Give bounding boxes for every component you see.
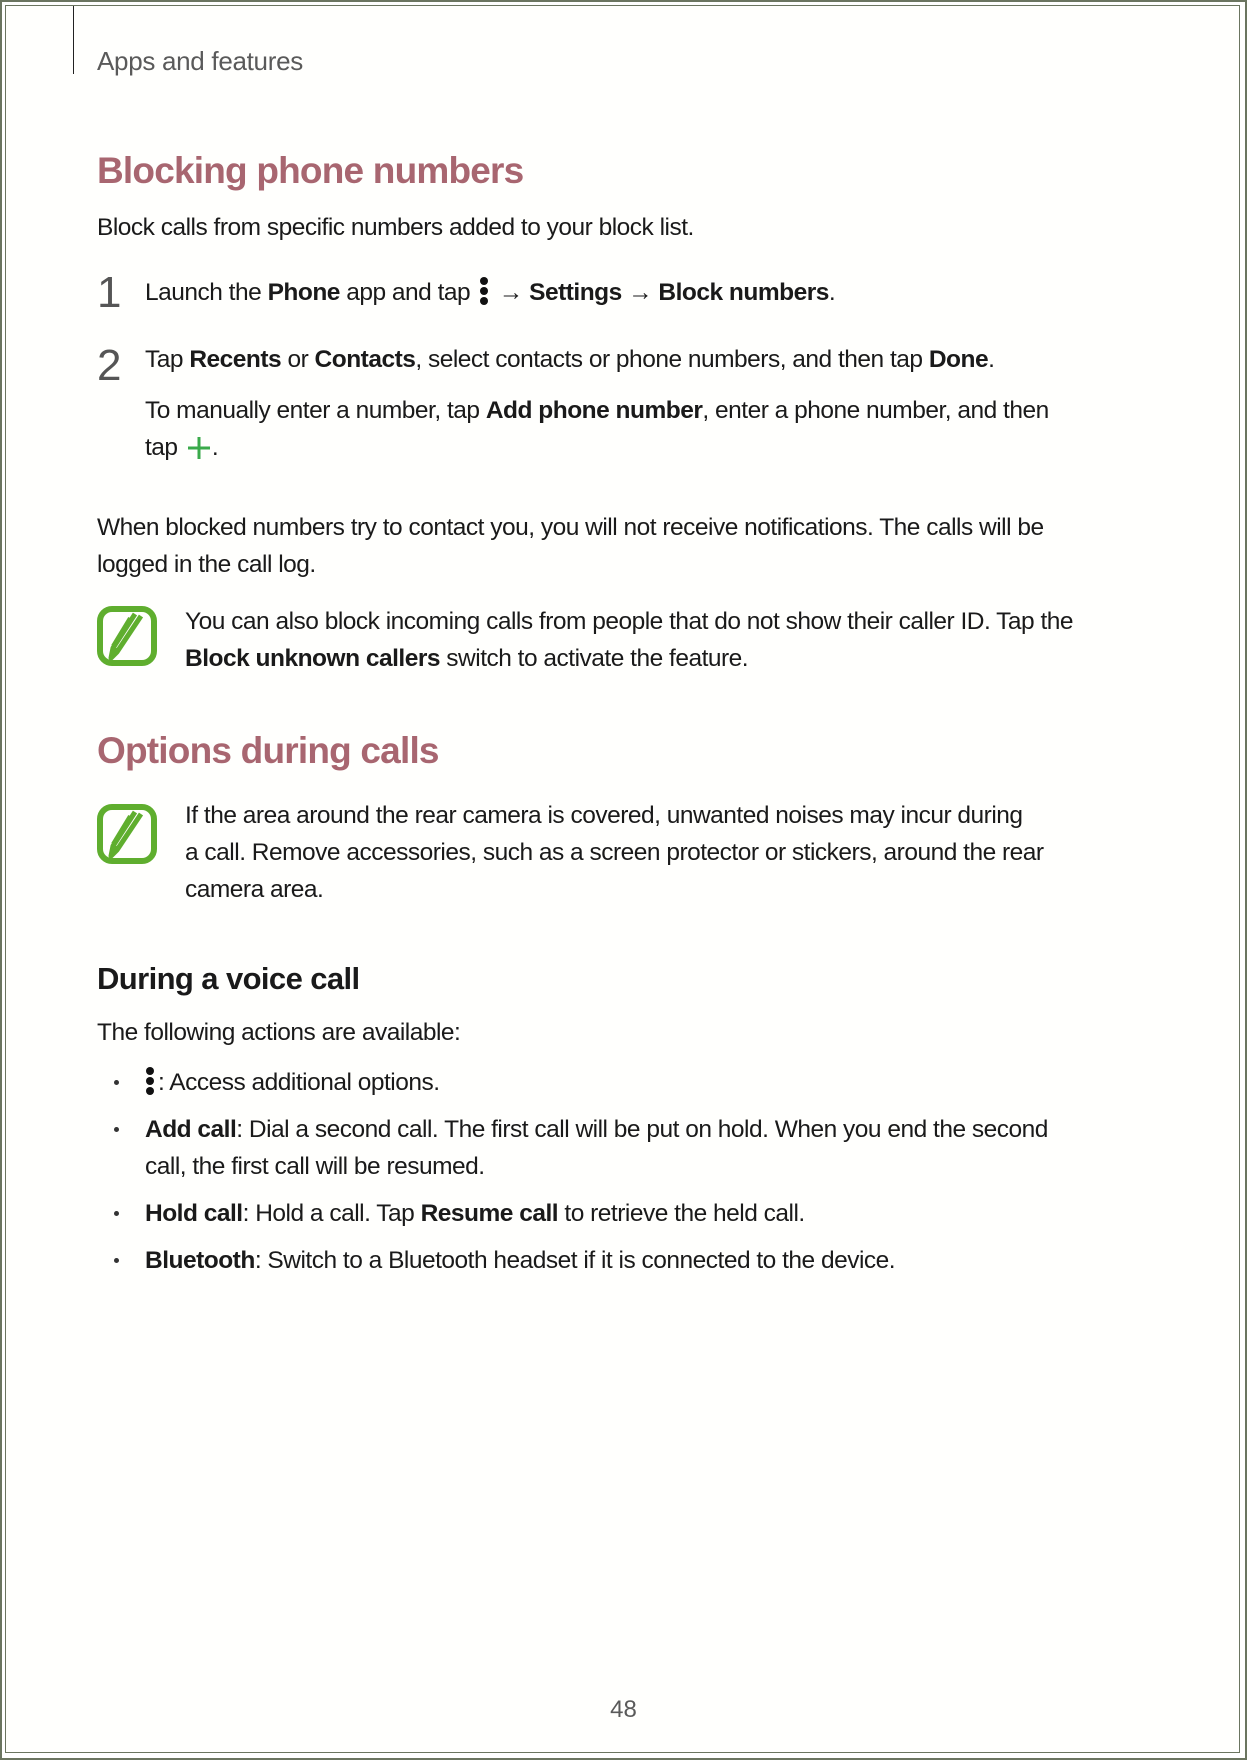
tab-recents: Recents [189, 346, 282, 373]
option-bluetooth: Bluetooth [145, 1247, 255, 1274]
note-pencil-icon [97, 804, 157, 864]
tip-block-unknown: You can also block incoming calls from p… [97, 603, 1157, 683]
step-2-subtext-line-1: To manually enter a number, tap Add phon… [145, 392, 1049, 429]
tip-text-line-2: Block unknown callers switch to activate… [185, 640, 1165, 677]
text: switch to activate the feature. [440, 645, 749, 672]
tip-rear-camera: If the area around the rear camera is co… [97, 797, 1157, 917]
step-text: Tap Recents or Contacts, select contacts… [145, 341, 995, 378]
running-header: Apps and features [97, 46, 303, 76]
bullet-text: : Access additional options. [145, 1064, 1145, 1101]
text: : Access additional options. [158, 1069, 440, 1096]
option-add-call: Add call [145, 1116, 237, 1143]
page-number: 48 [610, 1696, 637, 1723]
text: Tap [145, 346, 190, 373]
text: : Dial a second call. The first call wil… [236, 1116, 1048, 1143]
text: tap [145, 434, 184, 461]
step-number: 1 [97, 268, 122, 317]
bullet [114, 1080, 119, 1085]
list-item-bluetooth: Bluetooth: Switch to a Bluetooth headset… [97, 1242, 1157, 1282]
text: , select contacts or phone numbers, and … [415, 346, 929, 373]
step-text: Launch the Phone app and tap → Settings … [145, 274, 836, 311]
text: Launch the [145, 279, 268, 306]
more-options-icon [146, 1067, 154, 1095]
subsection-title-voice-call: During a voice call [97, 961, 360, 996]
text: , enter a phone number, and then [702, 397, 1049, 424]
bullet [114, 1127, 119, 1132]
step-2-subtext-line-2: tap . [145, 429, 219, 466]
button-done: Done [928, 346, 989, 373]
app-name-phone: Phone [267, 279, 341, 306]
text: to retrieve the held call. [558, 1200, 805, 1227]
list-item-hold-call: Hold call: Hold a call. Tap Resume call … [97, 1195, 1157, 1235]
voice-call-intro: The following actions are available: [97, 1019, 461, 1046]
menu-settings: Settings [529, 279, 622, 306]
bullet-text: Hold call: Hold a call. Tap Resume call … [145, 1195, 1145, 1232]
text: or [281, 346, 315, 373]
tip-text-line-1: You can also block incoming calls from p… [185, 608, 1074, 635]
list-item-add-call: Add call: Dial a second call. The first … [97, 1111, 1157, 1191]
text: To manually enter a number, tap [145, 397, 486, 424]
tab-contacts: Contacts [314, 346, 416, 373]
text: app and tap [339, 279, 477, 306]
arrow: → [492, 279, 530, 306]
blocked-info-line-1: When blocked numbers try to contact you,… [97, 514, 1044, 541]
option-resume-call: Resume call [420, 1200, 559, 1227]
tip-text-line-3: camera area. [185, 876, 324, 903]
add-icon [187, 437, 210, 459]
text: : Hold a call. Tap [242, 1200, 421, 1227]
text: . [828, 279, 836, 306]
bullet-text: Bluetooth: Switch to a Bluetooth headset… [145, 1242, 1145, 1279]
step-number: 2 [97, 341, 122, 390]
section-title-blocking: Blocking phone numbers [97, 150, 524, 191]
more-options-icon [480, 277, 489, 305]
arrow: → [621, 279, 659, 306]
section-title-options: Options during calls [97, 730, 440, 771]
bullet [114, 1211, 119, 1216]
step-1: 1 Launch the Phone app and tap → Setting… [97, 271, 1157, 315]
bullet-text-line-2: call, the first call will be resumed. [145, 1153, 485, 1180]
text: . [988, 346, 995, 373]
bullet-text-line-1: Add call: Dial a second call. The first … [145, 1111, 1145, 1148]
option-hold-call: Hold call [145, 1200, 243, 1227]
step-2: 2 Tap Recents or Contacts, select contac… [97, 344, 1157, 474]
bullet [114, 1258, 119, 1263]
blocking-intro: Block calls from specific numbers added … [97, 214, 694, 241]
tip-text-line-2: a call. Remove accessories, such as a sc… [185, 839, 1044, 866]
menu-block-numbers: Block numbers [658, 279, 829, 306]
switch-block-unknown-callers: Block unknown callers [185, 645, 441, 672]
button-add-phone-number: Add phone number [485, 397, 703, 424]
tip-text-line-1: If the area around the rear camera is co… [185, 802, 1023, 829]
header-divider [73, 6, 74, 74]
list-item-more-options: : Access additional options. [97, 1064, 1157, 1104]
note-pencil-icon [97, 606, 157, 666]
blocked-info-line-2: logged in the call log. [97, 551, 316, 578]
text: . [211, 434, 219, 461]
text: : Switch to a Bluetooth headset if it is… [254, 1247, 896, 1274]
